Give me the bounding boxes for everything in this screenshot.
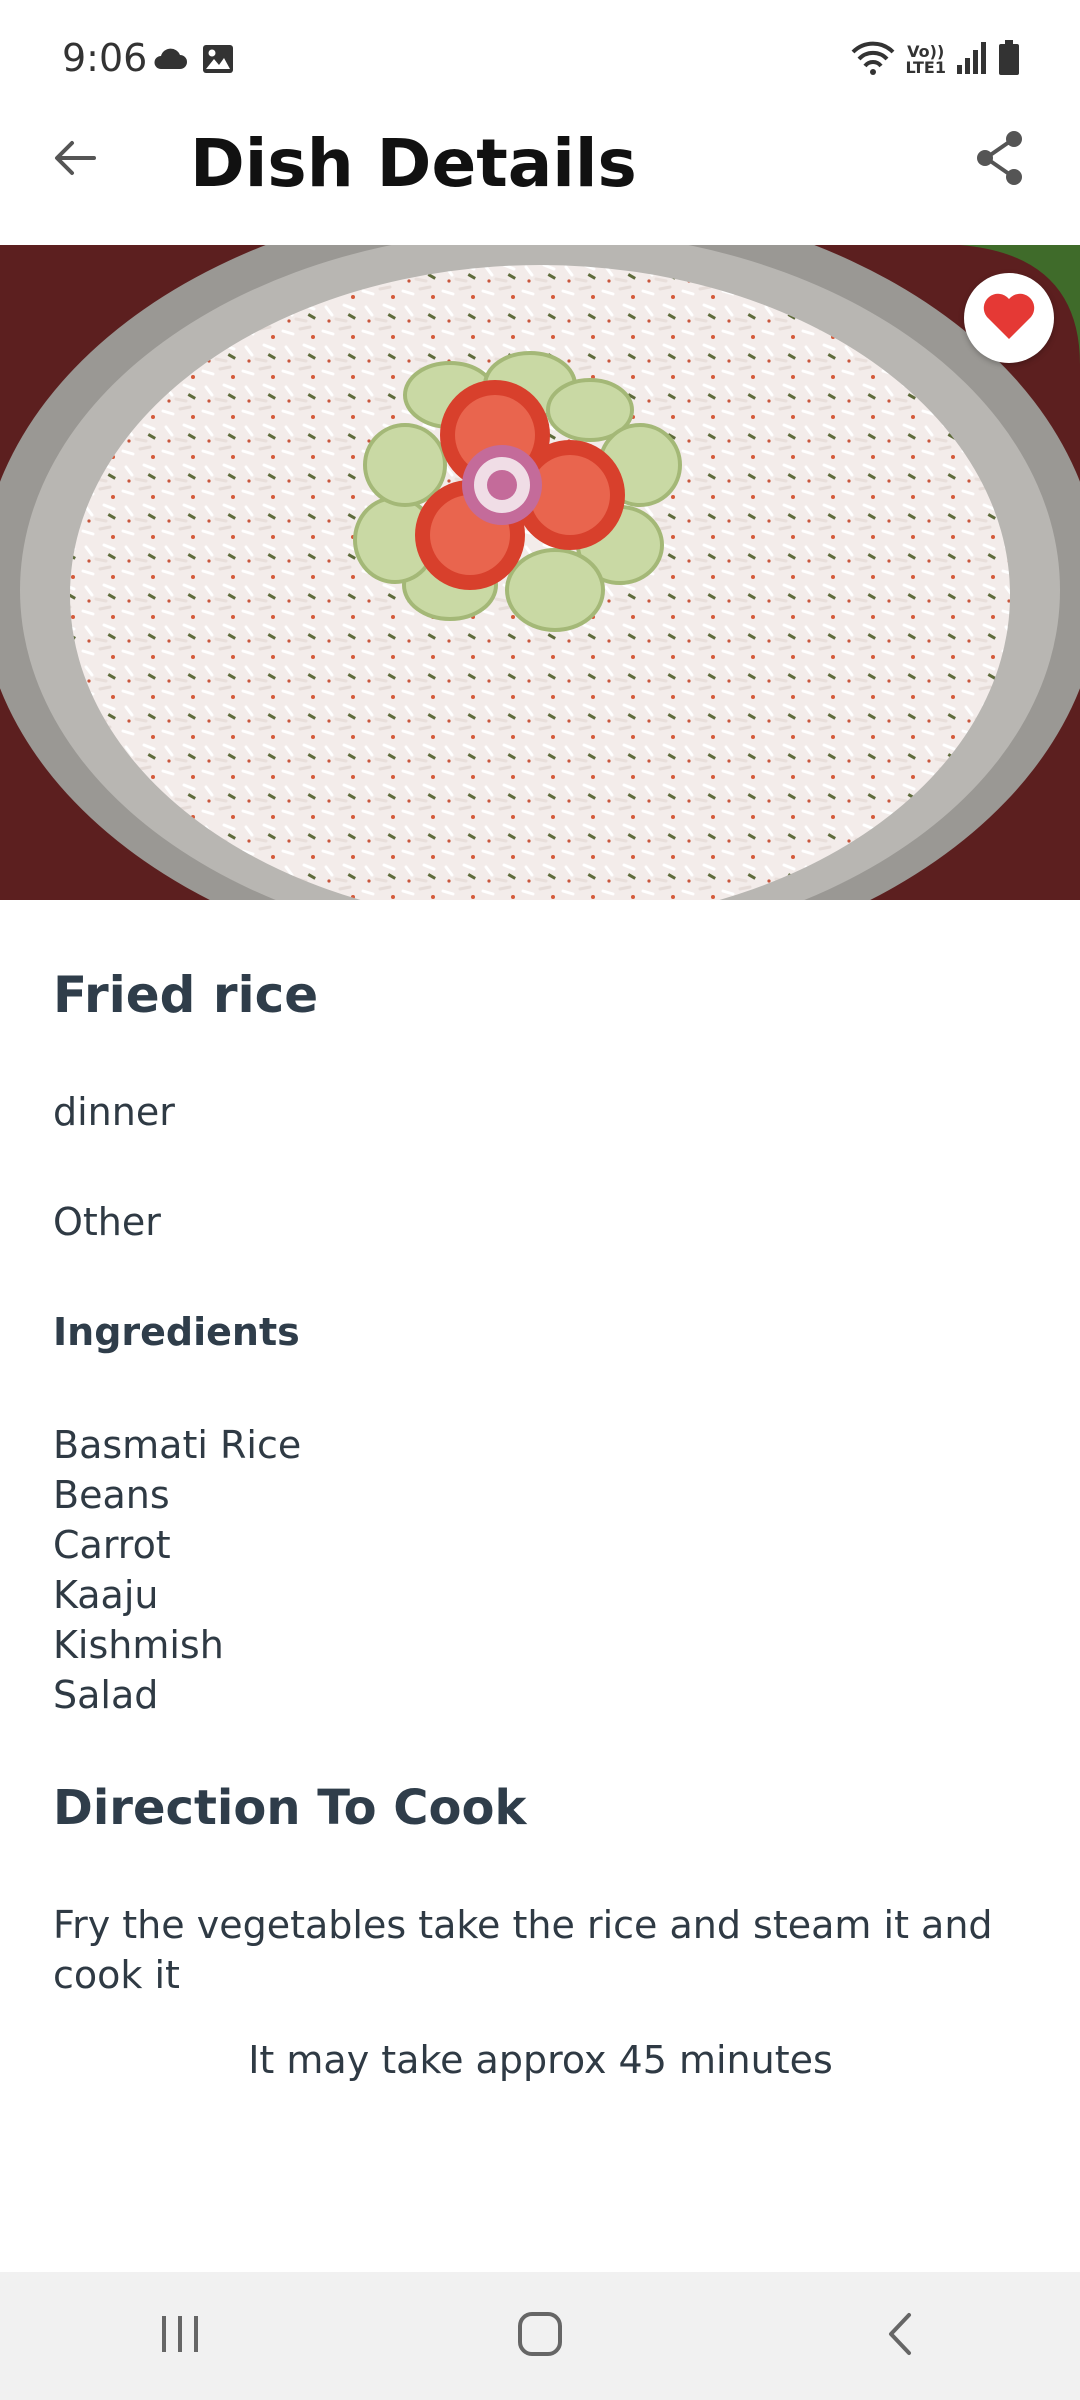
- signal-icon: [956, 41, 988, 79]
- favorite-button[interactable]: [964, 273, 1054, 363]
- ingredient-item: Salad: [53, 1673, 159, 1717]
- share-icon: [972, 128, 1028, 192]
- meal-type: dinner: [53, 1090, 175, 1134]
- recent-apps-icon: [158, 2314, 202, 2358]
- direction-heading: Direction To Cook: [53, 1780, 527, 1836]
- ingredient-item: Beans: [53, 1473, 170, 1517]
- system-nav-bar: [0, 2272, 1080, 2400]
- back-button[interactable]: [40, 120, 110, 200]
- wifi-icon: [851, 40, 895, 80]
- ingredient-item: Kaaju: [53, 1573, 159, 1617]
- ingredients-list: Basmati Rice Beans Carrot Kaaju Kishmish…: [53, 1420, 301, 1720]
- ingredients-heading: Ingredients: [53, 1310, 300, 1354]
- back-icon: [885, 2311, 915, 2361]
- image-icon: [202, 44, 234, 78]
- status-bar: 9:06 Vo)) LTE1: [0, 0, 1080, 120]
- status-left-icons: [152, 44, 234, 78]
- app-bar: Dish Details: [0, 120, 1080, 245]
- status-right-icons: Vo)) LTE1: [851, 40, 1020, 80]
- arrow-left-icon: [50, 133, 100, 187]
- ingredient-item: Carrot: [53, 1523, 171, 1567]
- dish-photo: [0, 245, 1080, 900]
- dish-image: [0, 245, 1080, 900]
- cook-time-text: It may take approx 45 minutes: [248, 2038, 833, 2082]
- heart-icon: [981, 291, 1037, 345]
- home-button[interactable]: [470, 2286, 610, 2386]
- dish-name: Fried rice: [53, 966, 319, 1024]
- lte-bottom-label: LTE1: [905, 58, 946, 77]
- page-title: Dish Details: [190, 125, 637, 202]
- cloud-icon: [152, 47, 188, 75]
- recent-apps-button[interactable]: [110, 2286, 250, 2386]
- home-icon: [517, 2311, 563, 2361]
- ingredient-item: Kishmish: [53, 1623, 224, 1667]
- lte-indicator: Vo)) LTE1: [905, 44, 946, 76]
- ingredient-item: Basmati Rice: [53, 1423, 302, 1467]
- direction-text: Fry the vegetables take the rice and ste…: [53, 1903, 993, 1997]
- system-back-button[interactable]: [830, 2286, 970, 2386]
- dish-category: Other: [53, 1200, 161, 1244]
- share-button[interactable]: [960, 120, 1040, 200]
- status-time: 9:06: [62, 36, 148, 80]
- battery-icon: [998, 40, 1020, 80]
